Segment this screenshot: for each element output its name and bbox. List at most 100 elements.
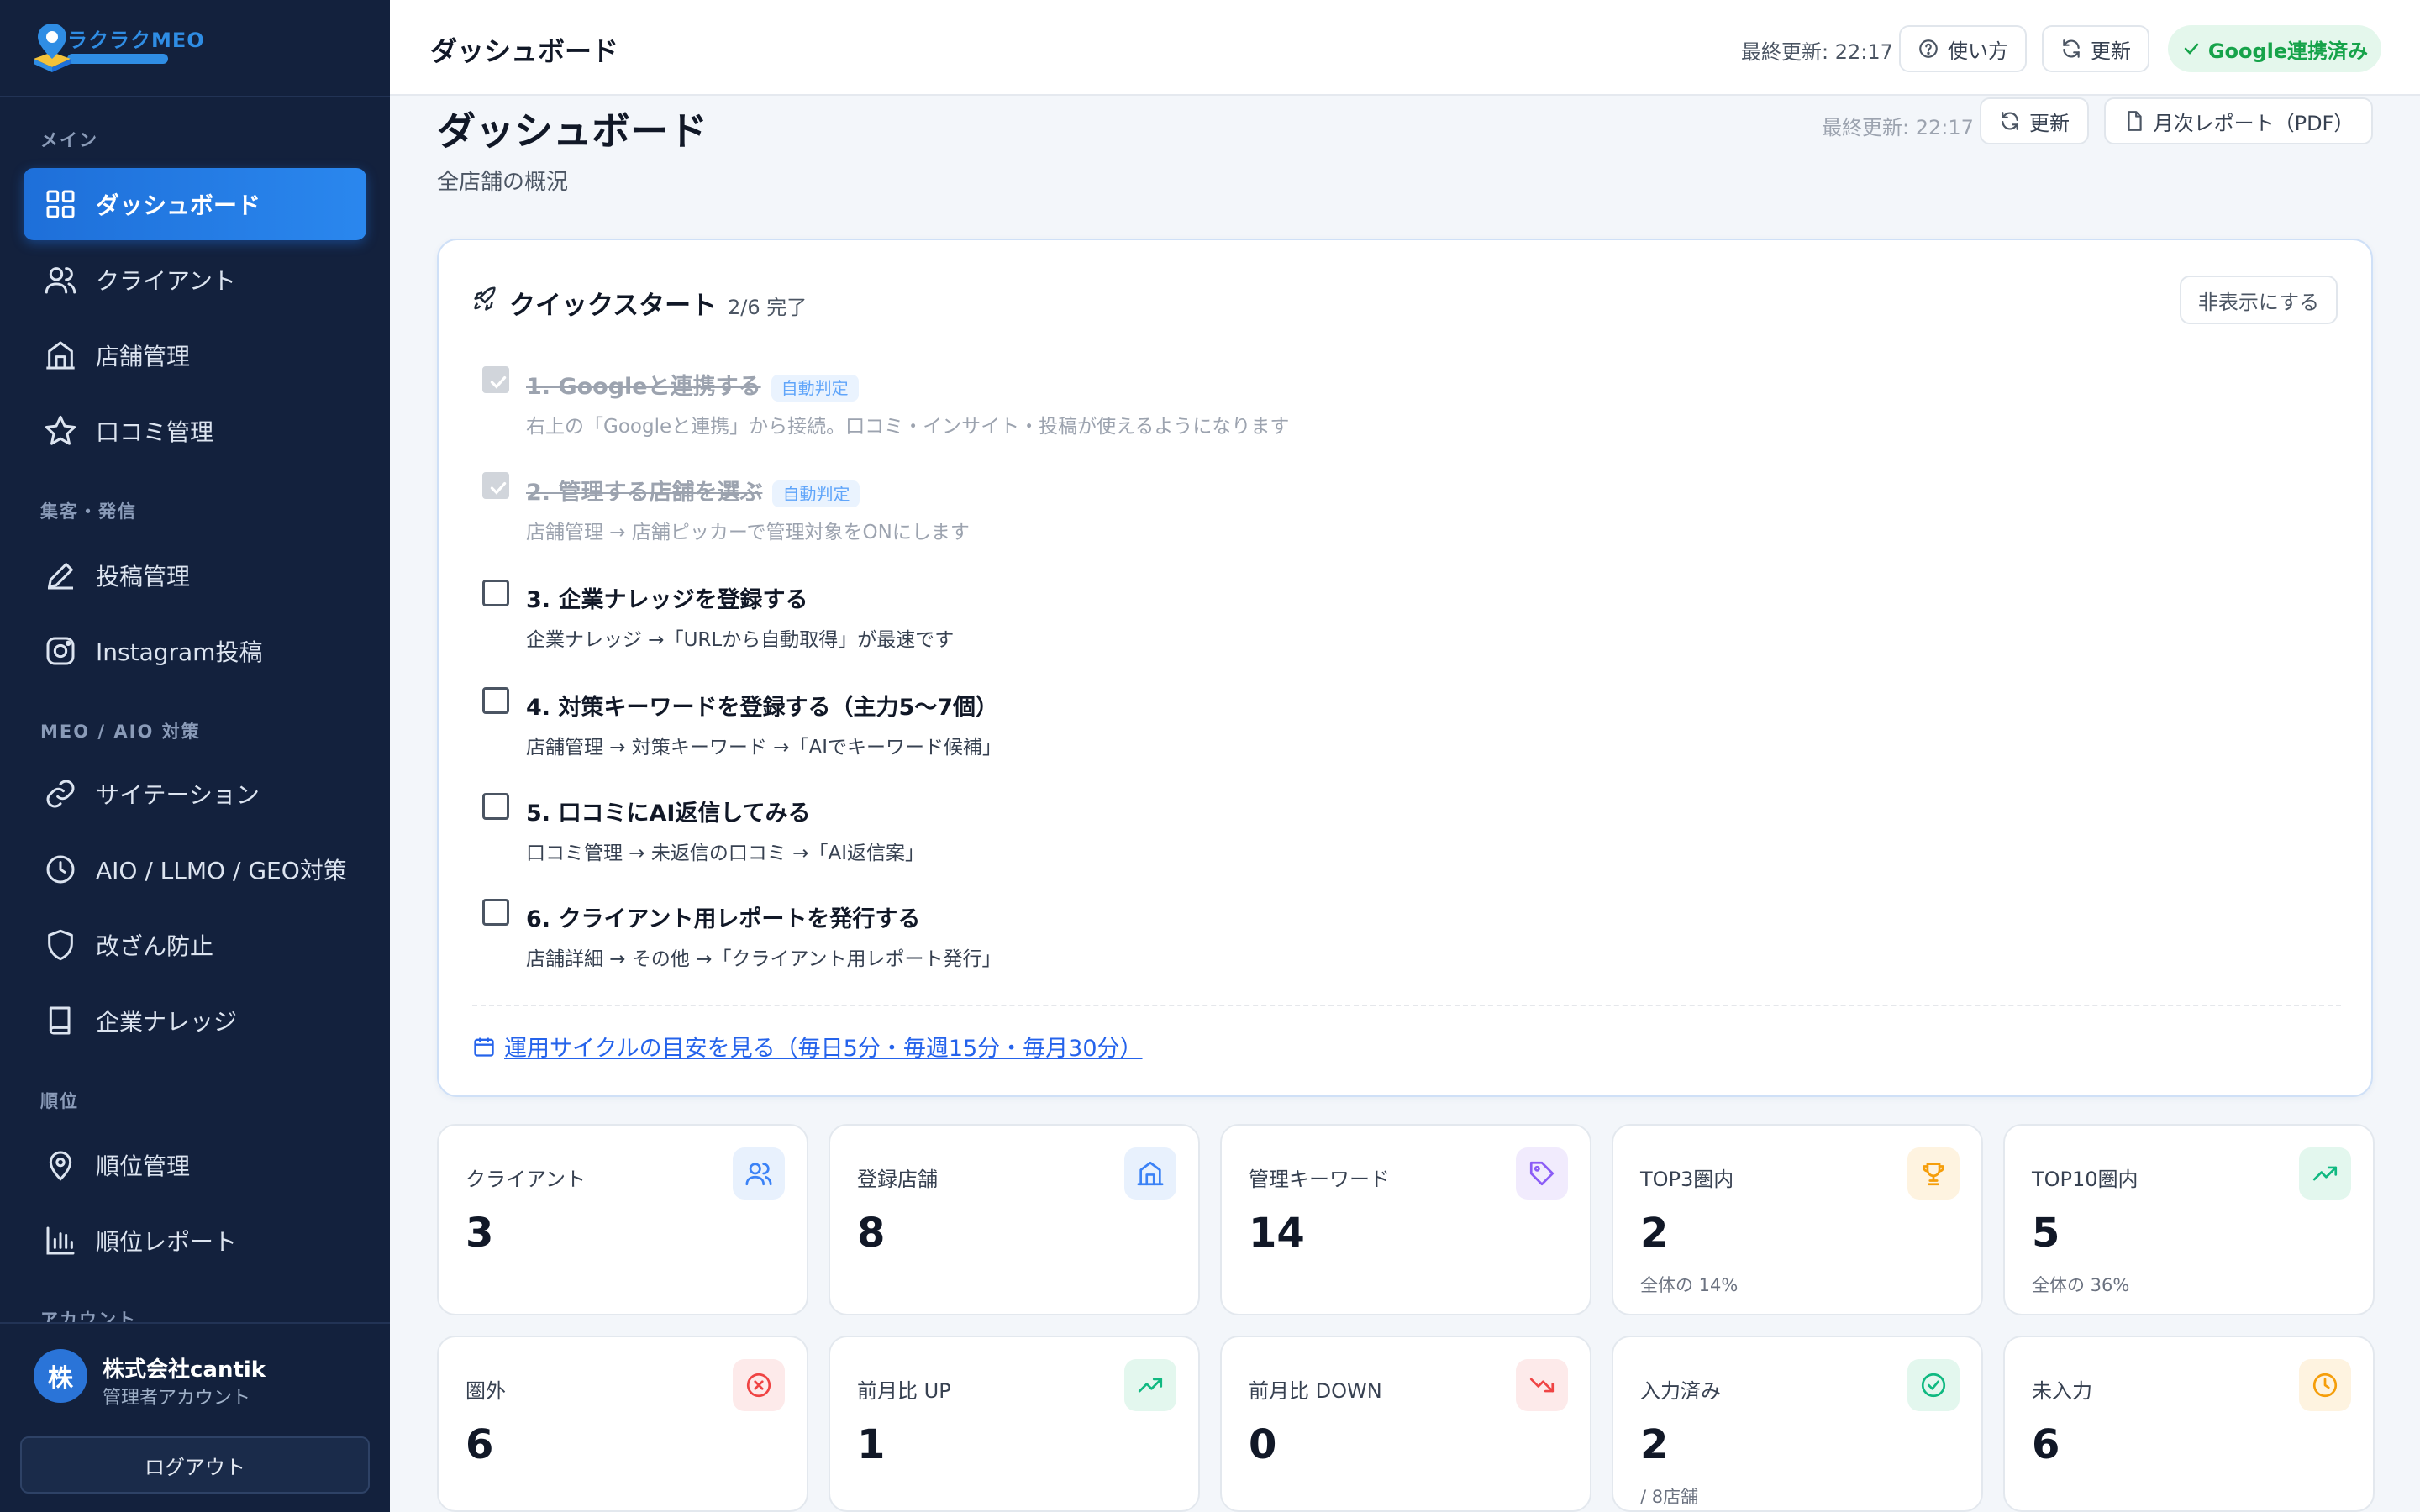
monthly-report-label: 月次レポート（PDF） [2153,111,2354,135]
operation-cycle-link[interactable]: 運用サイクルの目安を見る（毎日5分・毎週15分・毎月30分） [472,1030,1143,1063]
sidebar-item-label: サイテーション [96,781,260,809]
nav-section-ranking: 順位 [40,1091,79,1111]
book-icon [49,1006,71,1035]
sidebar-item-posts[interactable]: 投稿管理 [24,539,366,612]
sidebar-item-rank-management[interactable]: 順位管理 [24,1129,366,1201]
stat-value: 1 [857,1421,886,1468]
stat-card: 未入力 6 [2003,1336,2375,1512]
building-icon [1124,1147,1176,1200]
trophy-icon [1907,1147,1960,1200]
stat-subtext: 全体の 36% [2032,1275,2130,1295]
task-title: 6. クライアント用レポートを発行する [526,906,921,932]
sidebar-item-aio[interactable]: AIO / LLMO / GEO対策 [24,833,366,906]
sidebar-item-reviews[interactable]: 口コミ管理 [24,395,366,467]
x-circle-icon [733,1359,785,1411]
sidebar-item-clients[interactable]: クライアント [24,244,366,316]
file-icon [2128,111,2142,131]
link-icon [46,780,75,808]
task-description: 店舗管理 → 店舗ピッカーで管理対象をONにします [526,522,970,543]
star-icon [45,415,76,445]
task-checkbox[interactable] [482,687,509,714]
page-subtitle: 全店舗の概況 [437,170,569,195]
task-checkbox[interactable] [482,580,509,606]
sidebar: ラクラクMEO メイン ダッシュボード クライアント 店舗管理 口コミ管理 集客… [0,0,390,1512]
stat-card: TOP3圏内 2 全体の 14% [1612,1124,1983,1315]
logo-subline [67,54,168,64]
task-checkbox[interactable] [482,899,509,926]
sidebar-item-instagram[interactable]: Instagram投稿 [24,615,366,687]
help-button[interactable]: 使い方 [1899,25,2027,72]
sidebar-item-rank-report[interactable]: 順位レポート [24,1205,366,1277]
page-title: ダッシュボード [437,108,708,154]
task-description: 右上の「Googleと連携」から接続。口コミ・インサイト・投稿が使えるようになり… [526,416,1290,438]
sidebar-item-label: AIO / LLMO / GEO対策 [96,857,347,885]
stat-subtext: 全体の 14% [1640,1275,1739,1295]
task-checkbox[interactable] [482,793,509,820]
sidebar-item-stores[interactable]: 店舗管理 [24,319,366,391]
monthly-report-button[interactable]: 月次レポート（PDF） [2104,97,2373,144]
stat-value: 14 [1249,1210,1305,1257]
stat-card: 入力済み 2 / 8店舗 [1612,1336,1983,1512]
logo-text: ラクラクMEO [67,29,205,52]
quickstart-progress: 2/6 完了 [728,296,808,319]
refresh-button-label: 更新 [2091,39,2131,63]
stat-label: 登録店舗 [857,1168,938,1191]
pencil-icon [48,563,73,590]
user-role: 管理者アカウント [103,1388,251,1409]
building-icon [46,341,75,370]
hide-quickstart-button[interactable]: 非表示にする [2180,276,2338,324]
sidebar-item-citations[interactable]: サイテーション [24,758,366,830]
google-connected-badge[interactable]: Google連携済み [2168,25,2381,72]
sidebar-item-label: 投稿管理 [96,563,191,591]
stat-value: 2 [1640,1210,1669,1257]
tag-icon [1516,1147,1568,1200]
nav-section-marketing: 集客・発信 [40,501,137,522]
auto-detect-badge: 自動判定 [771,374,859,402]
refresh-icon [2002,112,2018,130]
page-refresh-button[interactable]: 更新 [1980,97,2089,144]
trend-up-icon [2299,1147,2351,1200]
map-pin-logo-icon [27,20,77,76]
page-last-updated: 最終更新: 22:17 [1822,116,1974,139]
calendar-icon [474,1037,494,1057]
sidebar-footer: 株 株式会社cantik 管理者アカウント ログアウト [0,1322,390,1512]
quickstart-panel: クイックスタート 2/6 完了 非表示にする 1. Googleと連携する 自動判… [437,239,2373,1097]
stat-value: 6 [466,1421,494,1468]
task-checkbox[interactable] [482,472,509,499]
users-icon [45,267,76,294]
task-checkbox[interactable] [482,366,509,393]
task-title: 4. 対策キーワードを登録する（主力5〜7個） [526,695,999,721]
logout-button[interactable]: ログアウト [20,1436,370,1494]
nav-section-meo-aio: MEO / AIO 対策 [40,722,201,742]
divider [472,1005,2341,1006]
quickstart-title: クイックスタート [509,291,718,321]
stat-label: 管理キーワード [1249,1168,1390,1191]
task-description: 店舗詳細 → その他 →「クライアント用レポート発行」 [526,948,1002,970]
trend-down-icon [1516,1359,1568,1411]
sidebar-item-label: 企業ナレッジ [96,1008,238,1036]
stat-card: 前月比 DOWN 0 [1220,1336,1591,1512]
sidebar-item-label: Instagram投稿 [96,638,263,666]
task-title: 5. 口コミにAI返信してみる [526,801,811,827]
avatar: 株 [34,1349,87,1403]
stat-card: クライアント 3 [437,1124,808,1315]
sidebar-item-label: 順位管理 [96,1152,191,1180]
check-circle-icon [1907,1359,1960,1411]
stat-label: 圏外 [466,1379,506,1403]
clock-icon [46,855,75,884]
operation-cycle-link-label: 運用サイクルの目安を見る（毎日5分・毎週15分・毎月30分） [504,1036,1143,1062]
task-title: 2. 管理する店舗を選ぶ [526,480,763,506]
sidebar-item-tamper-protection[interactable]: 改ざん防止 [24,909,366,981]
sidebar-item-dashboard[interactable]: ダッシュボード [24,168,366,240]
stat-value: 2 [1640,1421,1669,1468]
stat-card: 前月比 UP 1 [829,1336,1200,1512]
instagram-icon [46,637,75,665]
bar-chart-icon [46,1226,75,1255]
topbar-refresh-button[interactable]: 更新 [2042,25,2149,72]
sidebar-item-knowledge[interactable]: 企業ナレッジ [24,984,366,1057]
app-logo[interactable]: ラクラクMEO [0,0,390,97]
stat-subtext: / 8店舗 [1640,1487,1699,1507]
topbar: ダッシュボード 最終更新: 22:17 使い方 更新 Google連携済み [390,0,2420,96]
check-icon [2184,43,2199,55]
sidebar-item-label: 改ざん防止 [96,932,214,960]
